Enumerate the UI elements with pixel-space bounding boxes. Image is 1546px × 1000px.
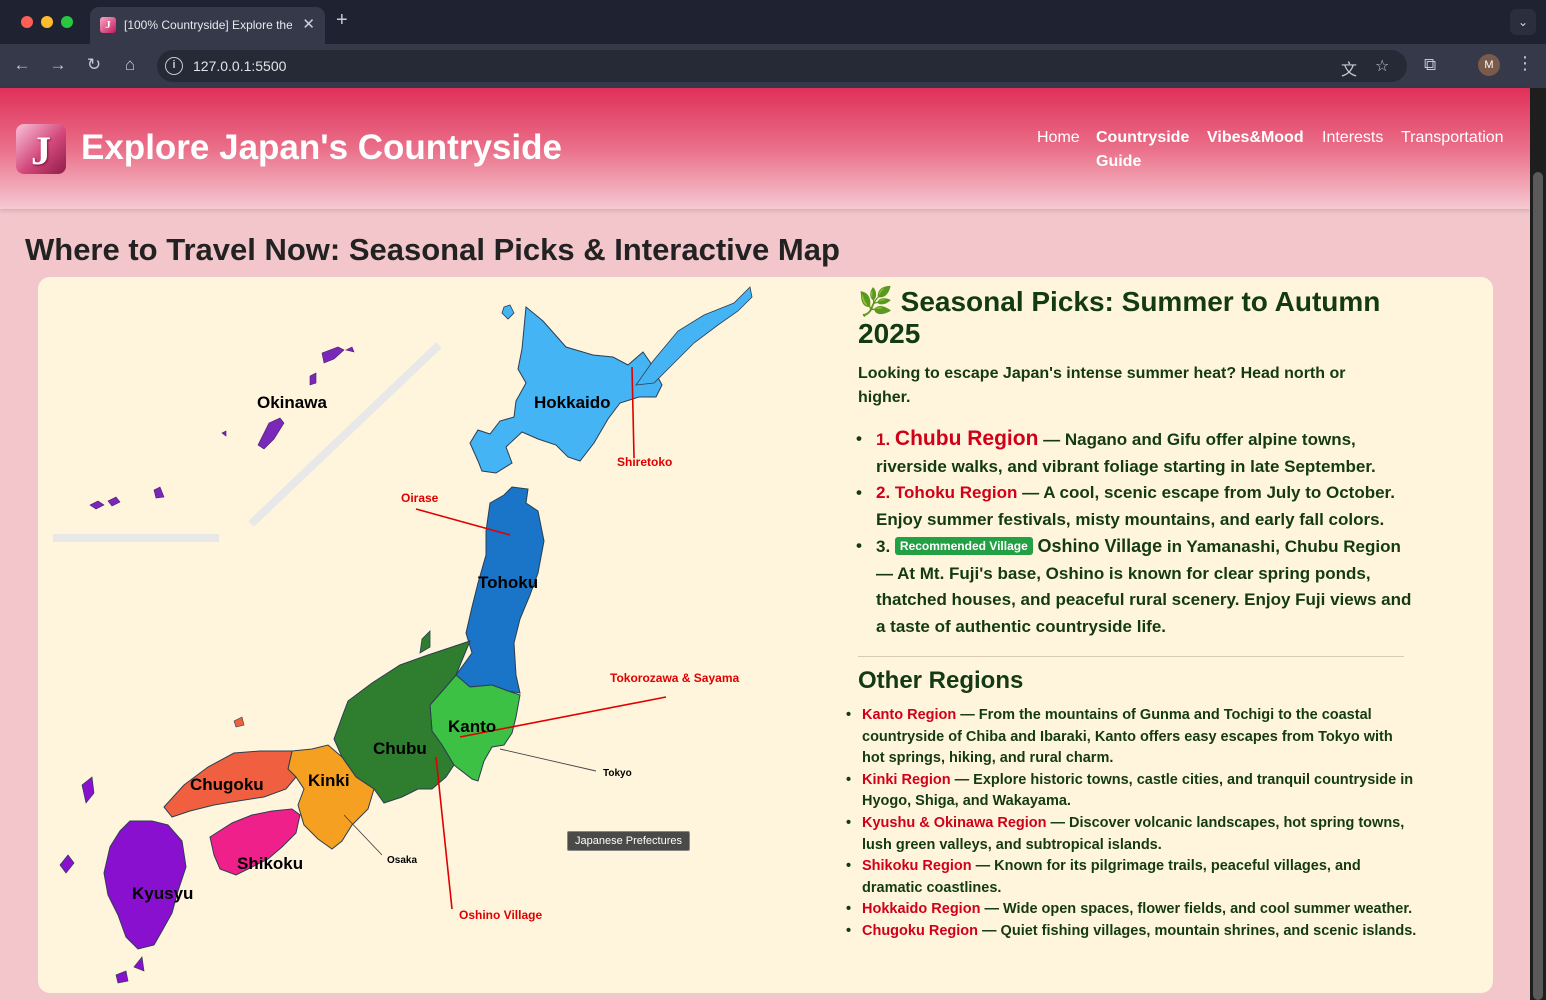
japan-map-svg[interactable]: Okinawa Hokkaido Tohoku Kanto Chubu Kink… (38, 277, 818, 993)
browser-tab[interactable]: J [100% Countryside] Explore the ✕ (90, 7, 325, 44)
nav-home[interactable]: Home (1037, 129, 1080, 147)
label-shikoku: Shikoku (237, 854, 303, 873)
japan-map[interactable]: Okinawa Hokkaido Tohoku Kanto Chubu Kink… (38, 277, 818, 993)
region-labels: Okinawa Hokkaido Tohoku Kanto Chubu Kink… (132, 393, 611, 903)
seasonal-picks-panel: 🌿 Seasonal Picks: Summer to Autumn 2025 … (846, 285, 1418, 943)
nav-interests[interactable]: Interests (1322, 129, 1383, 147)
region-link[interactable]: Shikoku Region (862, 858, 972, 874)
region-item: Kinki Region — Explore historic towns, c… (846, 770, 1418, 813)
back-arrow-icon[interactable]: ← (11, 55, 33, 75)
url-text[interactable]: 127.0.0.1:5500 (193, 58, 286, 74)
callout-lines (415, 366, 667, 910)
section-divider (858, 656, 1404, 657)
region-hokkaido-kuril[interactable] (635, 286, 753, 386)
pick-item: 1. Chubu Region — Nagano and Gifu offer … (856, 426, 1418, 480)
site-logo[interactable]: J (16, 124, 66, 174)
pick-number: 1. (876, 430, 891, 449)
label-kyusyu: Kyusyu (132, 884, 193, 903)
region-okinawa[interactable] (89, 346, 355, 510)
region-text: — Wide open spaces, flower fields, and c… (980, 901, 1413, 918)
region-link[interactable]: Chugoku Region (862, 923, 978, 939)
other-regions-title: Other Regions (858, 667, 1024, 694)
close-tab-icon[interactable]: ✕ (302, 15, 315, 33)
label-chugoku: Chugoku (190, 775, 264, 794)
other-regions-list: Kanto Region — From the mountains of Gun… (846, 705, 1418, 943)
home-icon[interactable]: ⌂ (119, 55, 141, 75)
pick-item: 2. Tohoku Region — A cool, scenic escape… (856, 480, 1418, 533)
label-chubu: Chubu (373, 739, 427, 758)
label-okinawa: Okinawa (257, 393, 327, 412)
pick-item: 3. Recommended Village Oshino Village in… (856, 533, 1418, 640)
extensions-icon[interactable]: ⧉ (1424, 55, 1436, 75)
label-kanto: Kanto (448, 717, 496, 736)
browser-menu-icon[interactable]: ⋮ (1516, 53, 1534, 74)
region-item: Hokkaido Region — Wide open spaces, flow… (846, 899, 1418, 921)
nav-vibes-mood[interactable]: Vibes&Mood (1207, 129, 1304, 147)
seasonal-card: Okinawa Hokkaido Tohoku Kanto Chubu Kink… (38, 277, 1493, 993)
picks-list: 1. Chubu Region — Nagano and Gifu offer … (856, 426, 1418, 640)
browser-tab-strip: J [100% Countryside] Explore the ✕ + ⌄ (0, 0, 1546, 44)
site-info-icon[interactable]: i (165, 57, 183, 75)
region-link[interactable]: Kanto Region (862, 707, 956, 723)
map-tooltip: Japanese Prefectures (567, 831, 691, 851)
region-link[interactable]: Kyushu & Okinawa Region (862, 815, 1047, 831)
maximize-window-button[interactable] (61, 16, 73, 28)
tab-title: [100% Countryside] Explore the (124, 18, 292, 32)
callout-shiretoko: Shiretoko (617, 455, 672, 469)
region-text: — Quiet fishing villages, mountain shrin… (978, 922, 1417, 939)
close-window-button[interactable] (21, 16, 33, 28)
profile-avatar[interactable]: M (1478, 54, 1500, 76)
new-tab-icon[interactable]: + (336, 9, 348, 32)
pick-region-link[interactable]: Chubu Region (895, 427, 1038, 450)
page-scrollbar[interactable] (1530, 88, 1546, 1000)
callout-tokorozawa: Tokorozawa & Sayama (610, 671, 739, 685)
bookmark-star-icon[interactable]: ☆ (1375, 56, 1389, 76)
minimize-window-button[interactable] (41, 16, 53, 28)
label-tohoku: Tohoku (478, 573, 538, 592)
pick-number: 3. (876, 537, 891, 556)
logo-letter: J (31, 128, 51, 173)
picks-intro: Looking to escape Japan's intense summer… (858, 365, 1346, 406)
callout-oshino: Oshino Village (459, 908, 542, 922)
favicon-icon: J (100, 17, 116, 33)
address-bar[interactable]: i 127.0.0.1:5500 文 ☆ (157, 50, 1407, 82)
nav-countryside-guide[interactable]: Countryside (1096, 129, 1189, 147)
browser-toolbar: ← → ↻ ⌂ i 127.0.0.1:5500 文 ☆ ⧉ M ⋮ (0, 44, 1546, 88)
forward-arrow-icon[interactable]: → (47, 55, 69, 75)
city-osaka: Osaka (387, 855, 417, 866)
pick-number: 2. (876, 483, 891, 502)
site-title: Explore Japan's Countryside (81, 128, 562, 167)
pick-region-link[interactable]: Tohoku Region (895, 483, 1017, 502)
tab-search-chevron-icon[interactable]: ⌄ (1510, 9, 1536, 35)
translate-icon[interactable]: 文 (1341, 56, 1357, 80)
region-item: Kanto Region — From the mountains of Gun… (846, 705, 1418, 770)
callout-oirase: Oirase (401, 491, 439, 505)
page-heading: Where to Travel Now: Seasonal Picks & In… (25, 232, 840, 267)
region-link[interactable]: Kinki Region (862, 772, 951, 788)
scrollbar-thumb[interactable] (1533, 172, 1543, 1000)
region-item: Shikoku Region — Known for its pilgrimag… (846, 856, 1418, 899)
site-header: J Explore Japan's Countryside Home Count… (0, 88, 1530, 209)
label-hokkaido: Hokkaido (534, 393, 611, 412)
region-item: Kyushu & Okinawa Region — Discover volca… (846, 813, 1418, 856)
region-item: Chugoku Region — Quiet fishing villages,… (846, 921, 1418, 943)
reload-icon[interactable]: ↻ (83, 55, 105, 75)
nav-countryside-guide-line2[interactable]: Guide (1096, 153, 1141, 171)
label-kinki: Kinki (308, 771, 350, 790)
nav-transportation[interactable]: Transportation (1401, 129, 1504, 147)
recommended-village-badge: Recommended Village (894, 537, 1033, 555)
picks-title: 🌿 Seasonal Picks: Summer to Autumn 2025 (858, 286, 1381, 349)
pick-village-name[interactable]: Oshino Village (1037, 536, 1162, 556)
region-link[interactable]: Hokkaido Region (862, 901, 980, 917)
city-tokyo: Tokyo (603, 768, 632, 779)
